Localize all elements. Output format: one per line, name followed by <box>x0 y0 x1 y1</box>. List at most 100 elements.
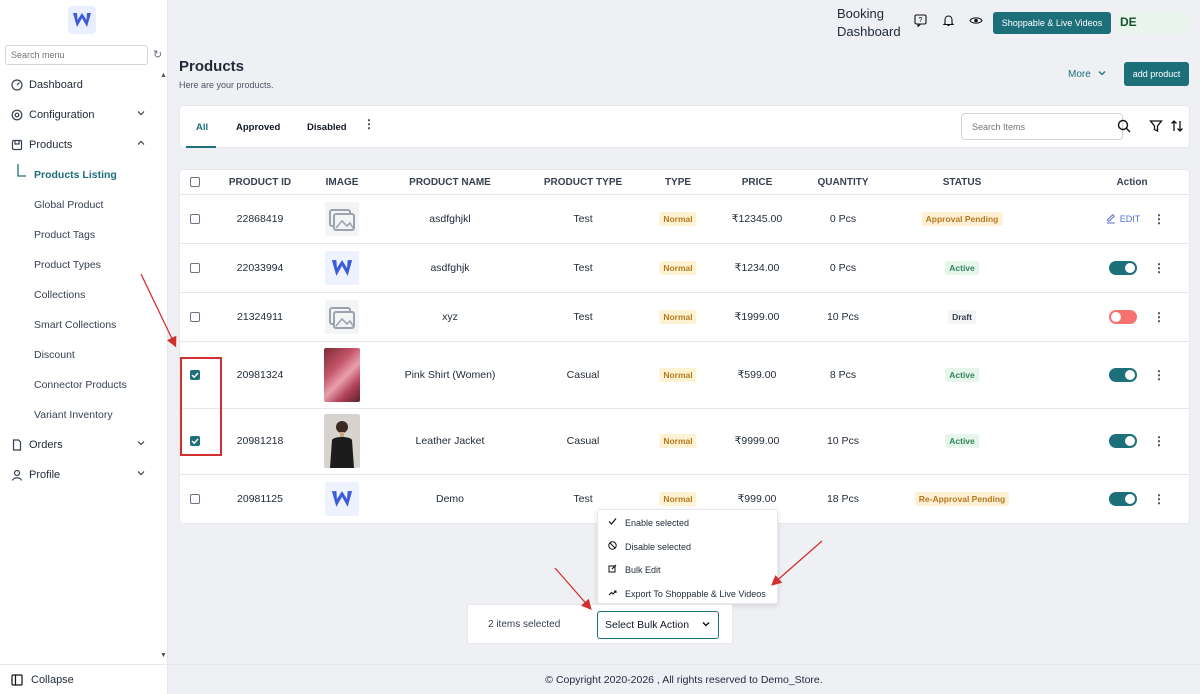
product-name: Demo <box>435 493 465 505</box>
row-more-icon[interactable]: ⋮ <box>1153 368 1165 382</box>
sidebar-subitem-global-product[interactable]: Global Product <box>34 196 103 214</box>
bulk-select-label: Select Bulk Action <box>605 619 690 631</box>
status-toggle[interactable] <box>1109 368 1137 382</box>
status-toggle[interactable] <box>1109 434 1137 448</box>
search-menu-input[interactable] <box>5 45 148 65</box>
column-header-product-type[interactable]: PRODUCT TYPE <box>544 177 622 188</box>
product-id: 20981324 <box>236 369 284 381</box>
row-checkbox[interactable] <box>190 494 200 504</box>
price: ₹12345.00 <box>731 213 783 225</box>
search-icon[interactable] <box>1117 119 1131 138</box>
column-header-status[interactable]: STATUS <box>943 177 982 188</box>
status-badge: Re-Approval Pending <box>914 492 1010 506</box>
type-badge: Normal <box>659 261 697 275</box>
eye-icon[interactable] <box>969 14 983 28</box>
sidebar: ↻ ▲ Dashboard Configuration Products Pro… <box>0 0 168 694</box>
selected-count: 2 items selected <box>488 619 561 630</box>
menu-item-disable-selected[interactable]: Disable selected <box>608 541 691 552</box>
sidebar-item-products[interactable]: Products <box>10 135 150 155</box>
sidebar-subitem-connector-products[interactable]: Connector Products <box>34 376 127 394</box>
quantity: 0 Pcs <box>829 262 857 274</box>
row-checkbox[interactable] <box>190 263 200 273</box>
row-more-icon[interactable]: ⋮ <box>1153 492 1165 506</box>
sidebar-subitem-variant-inventory[interactable]: Variant Inventory <box>34 406 113 424</box>
product-type: Casual <box>566 435 600 447</box>
row-checkbox[interactable] <box>190 214 200 224</box>
quantity: 0 Pcs <box>829 213 857 225</box>
column-header-quantity[interactable]: QUANTITY <box>817 177 868 188</box>
price: ₹9999.00 <box>734 435 780 447</box>
status-toggle[interactable] <box>1109 310 1137 324</box>
sidebar-item-configuration[interactable]: Configuration <box>10 105 150 125</box>
chevron-down-icon <box>136 108 146 121</box>
row-more-icon[interactable]: ⋮ <box>1153 212 1165 226</box>
edit-icon <box>608 564 617 575</box>
sidebar-subitem-product-tags[interactable]: Product Tags <box>34 226 95 244</box>
sidebar-item-label: Configuration <box>29 109 95 121</box>
column-header-price[interactable]: PRICE <box>742 177 773 188</box>
shoppable-live-videos-button[interactable]: Shoppable & Live Videos <box>993 12 1111 34</box>
table-row[interactable]: 20981218 Leather Jacket Casual Normal ₹9… <box>180 408 1189 474</box>
tab-all[interactable]: All <box>196 122 208 133</box>
sidebar-item-profile[interactable]: Profile <box>10 465 150 485</box>
table-row[interactable]: 22868419 asdfghjkl Test Normal ₹12345.00… <box>180 194 1189 243</box>
sidebar-item-label: Orders <box>29 439 63 451</box>
app-logo[interactable] <box>68 6 96 34</box>
bulk-action-menu: Enable selected Disable selected Bulk Ed… <box>597 509 778 604</box>
help-icon[interactable]: ? <box>914 14 928 28</box>
sidebar-subitem-products-listing[interactable]: Products Listing <box>34 166 117 184</box>
tab-approved[interactable]: Approved <box>236 122 280 133</box>
product-name: asdfghjk <box>430 262 470 274</box>
table-row[interactable]: 20981324 Pink Shirt (Women) Casual Norma… <box>180 341 1189 408</box>
filter-icon[interactable] <box>1149 119 1163 138</box>
menu-item-bulk-edit[interactable]: Bulk Edit <box>608 564 661 575</box>
sidebar-item-dashboard[interactable]: Dashboard <box>10 75 150 95</box>
tab-disabled[interactable]: Disabled <box>307 122 347 133</box>
menu-item-label: Bulk Edit <box>625 564 661 575</box>
type-badge: Normal <box>659 368 697 382</box>
table-row[interactable]: 21324911 xyz Test Normal ₹1999.00 10 Pcs… <box>180 292 1189 341</box>
tab-active-indicator <box>186 146 216 148</box>
sidebar-item-orders[interactable]: Orders <box>10 435 150 455</box>
row-more-icon[interactable]: ⋮ <box>1153 434 1165 448</box>
scroll-up-icon[interactable]: ▲ <box>160 72 167 79</box>
menu-item-enable-selected[interactable]: Enable selected <box>608 517 689 528</box>
product-id: 21324911 <box>237 311 283 323</box>
sort-icon[interactable] <box>1170 119 1184 138</box>
status-toggle[interactable] <box>1109 261 1137 275</box>
scroll-down-icon[interactable]: ▼ <box>160 652 167 659</box>
booking-line2: Dashboard <box>837 24 901 39</box>
sidebar-subitem-collections[interactable]: Collections <box>34 286 85 304</box>
table-row[interactable]: 22033994 asdfghjk Test Normal ₹1234.00 0… <box>180 243 1189 292</box>
products-icon <box>10 138 24 152</box>
column-header-product-name[interactable]: PRODUCT NAME <box>409 177 491 188</box>
more-dropdown[interactable]: More <box>1068 68 1107 81</box>
sidebar-subitem-discount[interactable]: Discount <box>34 346 75 364</box>
price: ₹999.00 <box>737 493 777 505</box>
status-toggle[interactable] <box>1109 492 1137 506</box>
trending-up-icon <box>608 588 617 599</box>
price: ₹1999.00 <box>734 311 780 323</box>
column-header-product-id[interactable]: PRODUCT ID <box>229 177 291 188</box>
select-bulk-action-dropdown[interactable]: Select Bulk Action <box>597 611 719 639</box>
menu-item-export-shoppable[interactable]: Export To Shoppable & Live Videos <box>608 588 766 599</box>
collapse-button[interactable]: Collapse <box>0 664 168 694</box>
avatar[interactable]: DE <box>1115 12 1190 34</box>
tabs-more-icon[interactable]: ⋮ <box>363 117 375 131</box>
menu-item-label: Export To Shoppable & Live Videos <box>625 588 766 599</box>
column-header-type[interactable]: TYPE <box>665 177 691 188</box>
booking-dashboard-link[interactable]: Booking Dashboard <box>837 5 901 41</box>
row-checkbox[interactable] <box>190 312 200 322</box>
sidebar-subitem-smart-collections[interactable]: Smart Collections <box>34 316 116 334</box>
row-more-icon[interactable]: ⋮ <box>1153 261 1165 275</box>
refresh-icon[interactable]: ↻ <box>153 48 162 61</box>
edit-button[interactable]: EDIT <box>1106 214 1140 224</box>
row-more-icon[interactable]: ⋮ <box>1153 310 1165 324</box>
annotation-highlight-box <box>180 357 222 456</box>
bell-icon[interactable] <box>942 14 956 28</box>
select-all-checkbox[interactable] <box>190 177 200 187</box>
add-product-button[interactable]: add product <box>1124 62 1189 86</box>
search-items-input[interactable] <box>961 113 1123 140</box>
sidebar-subitem-product-types[interactable]: Product Types <box>34 256 101 274</box>
products-table: PRODUCT ID IMAGE PRODUCT NAME PRODUCT TY… <box>179 169 1190 524</box>
